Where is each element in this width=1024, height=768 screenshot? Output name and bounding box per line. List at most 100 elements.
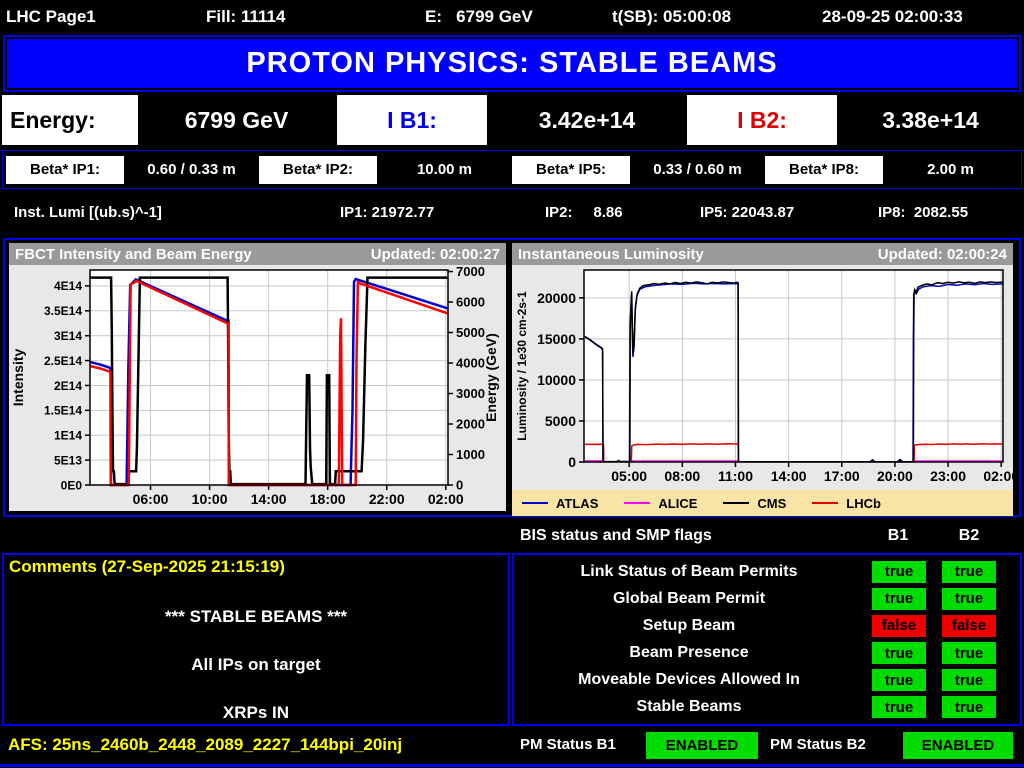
bis-flag-b2: false	[942, 614, 996, 637]
svg-text:5E13: 5E13	[54, 453, 82, 467]
intensity-b2-label: I B2:	[687, 95, 837, 145]
svg-text:Energy (GeV): Energy (GeV)	[483, 333, 499, 422]
svg-text:02:00: 02:00	[428, 491, 464, 507]
bis-row-label: Global Beam Permit	[612, 589, 766, 607]
svg-text:14:00: 14:00	[251, 491, 287, 507]
bis-title: BIS status and SMP flags	[520, 527, 712, 544]
svg-text:02:00: 02:00	[983, 468, 1013, 484]
svg-text:14:00: 14:00	[771, 468, 807, 484]
atlas-line-swatch	[522, 502, 548, 504]
bis-flag-b1: true	[872, 587, 926, 610]
title-banner: PROTON PHYSICS: STABLE BEAMS	[3, 35, 1021, 92]
svg-text:3E14: 3E14	[54, 329, 82, 343]
afs-scheme-label: AFS: 25ns_2460b_2448_2089_2227_144bpi_20…	[8, 735, 403, 754]
svg-text:11:00: 11:00	[718, 468, 753, 484]
title-banner-inner: PROTON PHYSICS: STABLE BEAMS	[7, 39, 1017, 88]
bis-row-link-status: Link Status of Beam Permits true true	[514, 559, 1020, 585]
alice-legend-label: ALICE	[658, 495, 698, 511]
inst-lumi-ip5: IP5: 22043.87	[700, 204, 795, 221]
bottom-status-bar: AFS: 25ns_2460b_2448_2089_2227_144bpi_20…	[0, 727, 1024, 763]
beta-ip5-label: Beta* IP5:	[512, 155, 630, 184]
chart-svg-1: 0 5000 10000 15000 20000 05:00 08:00 11:00 14:00…	[515, 269, 1019, 484]
inst-lumi-ip8: IP8: 2082.55	[878, 204, 969, 221]
svg-text:20:00: 20:00	[877, 468, 913, 484]
bis-flag-b2: true	[942, 560, 996, 583]
svg-text:23:00: 23:00	[930, 468, 966, 484]
fbct-chart-header: FBCT Intensity and Beam Energy Updated: …	[9, 243, 506, 265]
bis-header-row: BIS status and SMP flags B1 B2	[0, 521, 1024, 551]
svg-text:0: 0	[568, 454, 576, 470]
svg-text:Luminosity / 1e30 cm-2s-1: Luminosity / 1e30 cm-2s-1	[515, 291, 529, 441]
svg-text:7000: 7000	[456, 265, 485, 279]
luminosity-legend: ATLAS ALICE CMS LHCb	[512, 490, 1013, 516]
bis-row-moveable-devices: Moveable Devices Allowed In true true	[514, 667, 1020, 693]
bottom-blue-divider	[0, 764, 1024, 767]
energy-value: 6799 GeV	[140, 95, 333, 145]
bis-row-label: Link Status of Beam Permits	[580, 562, 798, 580]
svg-text:0E0: 0E0	[61, 478, 83, 492]
lhcb-line-swatch	[812, 502, 839, 504]
svg-text:06:00: 06:00	[133, 491, 169, 507]
bis-flag-b1: true	[872, 696, 926, 719]
luminosity-chart-title: Instantaneous Luminosity	[518, 245, 704, 263]
bis-flag-b2: true	[942, 669, 996, 692]
svg-text:08:00: 08:00	[664, 468, 700, 484]
comments-box: Comments (27-Sep-2025 21:15:19) *** STAB…	[2, 553, 510, 726]
beta-ip1-value: 0.60 / 0.33 m	[147, 161, 236, 178]
pm-status-b1-label: PM Status B1	[520, 736, 616, 753]
svg-text:1E14: 1E14	[54, 429, 82, 443]
svg-text:2000: 2000	[456, 417, 485, 432]
cms-legend-label: CMS	[757, 495, 787, 511]
svg-text:20000: 20000	[537, 290, 576, 306]
bis-flag-b2: true	[942, 587, 996, 610]
comment-line-1: *** STABLE BEAMS ***	[165, 607, 347, 626]
beta-ip1-label: Beta* IP1:	[6, 155, 124, 184]
svg-text:10:00: 10:00	[192, 491, 228, 507]
svg-text:22:00: 22:00	[369, 491, 405, 507]
intensity-b1-label: I B1:	[337, 95, 487, 145]
bis-flags-table: Link Status of Beam Permits true true Gl…	[512, 553, 1022, 726]
beta-ip2-value: 10.00 m	[416, 161, 473, 178]
intensity-b1-value: 3.42e+14	[489, 95, 685, 145]
svg-text:18:00: 18:00	[310, 491, 346, 507]
fbct-chart-updated: Updated: 02:00:27	[370, 245, 500, 263]
intensity-b2-value: 3.38e+14	[839, 95, 1022, 145]
comments-title: Comments (27-Sep-2025 21:15:19)	[9, 557, 285, 576]
alice-line-swatch	[624, 502, 651, 504]
svg-text:05:00: 05:00	[611, 468, 647, 484]
datetime: 28-09-25 02:00:33	[822, 7, 963, 26]
energy-row: Energy: 6799 GeV I B1: 3.42e+14 I B2: 3.…	[0, 95, 1024, 145]
pm-status-b2-label: PM Status B2	[770, 736, 866, 753]
inst-lumi-row: Inst. Lumi [(ub.s)^-1] IP1: 21972.77 IP2…	[0, 190, 1024, 236]
beam-energy-top: E: 6799 GeV	[425, 7, 533, 26]
svg-text:5000: 5000	[545, 413, 576, 429]
svg-text:15000: 15000	[537, 331, 576, 347]
legend-item-cms: CMS	[723, 496, 786, 511]
beta-ip8-label: Beta* IP8:	[765, 155, 883, 184]
top-status-bar: LHC Page1 Fill: 11114 E: 6799 GeV t(SB):…	[0, 0, 1024, 33]
svg-text:Intensity: Intensity	[10, 349, 26, 407]
svg-text:4E14: 4E14	[54, 279, 82, 293]
luminosity-chart-header: Instantaneous Luminosity Updated: 02:00:…	[512, 243, 1013, 265]
svg-text:5000: 5000	[456, 325, 485, 340]
legend-item-lhcb: LHCb	[812, 496, 881, 511]
pm-status-b2-value: ENABLED	[903, 732, 1013, 759]
inst-lumi-ip1: IP1: 21972.77	[340, 204, 435, 221]
charts-section: FBCT Intensity and Beam Energy Updated: …	[3, 238, 1021, 517]
inst-lumi-title: Inst. Lumi [(ub.s)^-1]	[14, 204, 162, 221]
bis-row-beam-presence: Beam Presence true true	[514, 640, 1020, 666]
bis-col-b1: B1	[887, 527, 909, 544]
luminosity-chart-panel: Instantaneous Luminosity Updated: 02:00:…	[512, 243, 1019, 516]
fbct-intensity-chart-panel: FBCT Intensity and Beam Energy Updated: …	[9, 243, 506, 511]
luminosity-chart-plot-area: 0 5000 10000 15000 20000 05:00 08:00 11:00 14:00…	[512, 265, 1019, 490]
bis-col-b2: B2	[958, 527, 980, 544]
bis-row-label: Moveable Devices Allowed In	[578, 671, 800, 689]
bis-row-label: Stable Beams	[636, 698, 742, 716]
atlas-legend-label: ATLAS	[556, 495, 599, 511]
svg-text:6000: 6000	[456, 295, 485, 310]
bis-flag-b2: true	[942, 696, 996, 719]
bis-row-label: Beam Presence	[629, 644, 749, 662]
beta-ip5-value: 0.33 / 0.60 m	[653, 161, 742, 178]
bis-flag-b1: false	[872, 614, 926, 637]
chart-svg-0: 0E0 5E13 1E14 1.5E14 2E14 2.5E14 3E14 3.5E14 4E1…	[10, 264, 499, 507]
